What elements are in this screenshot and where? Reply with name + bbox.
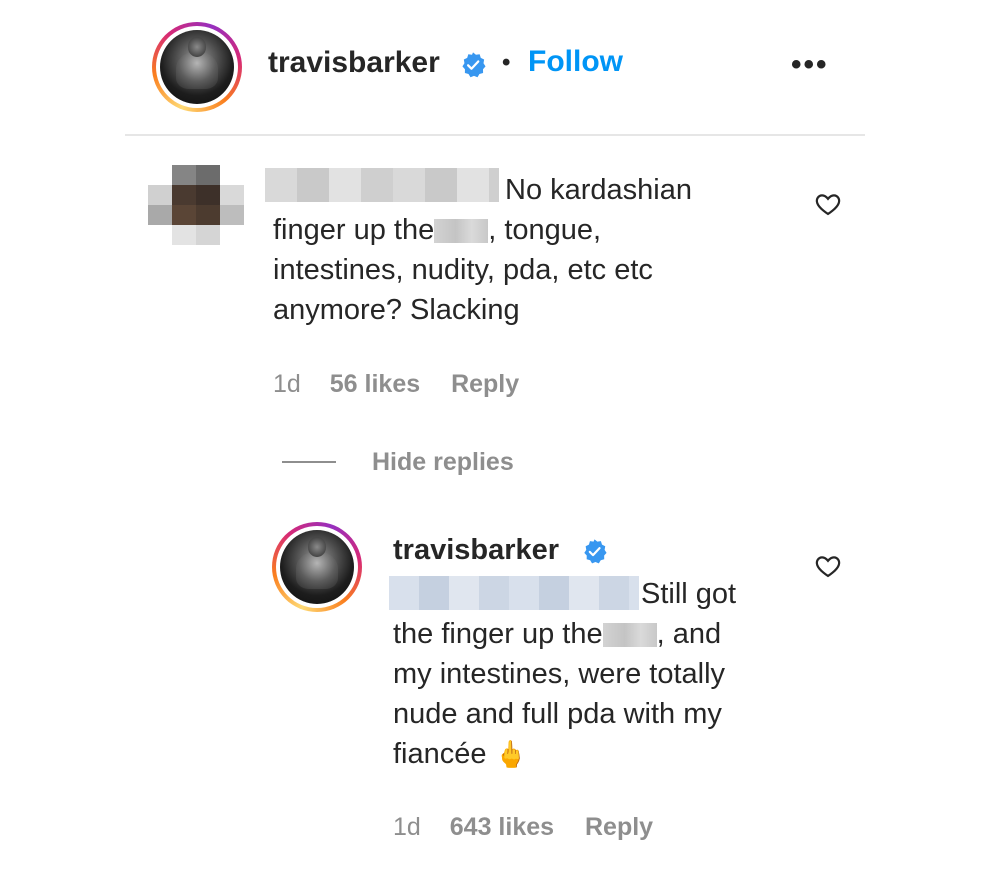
comment-meta: 1d 56 likes Reply [273, 370, 519, 399]
reply-censored-word [602, 623, 657, 647]
comment-line-3: intestines, nudity, pda, etc etc [273, 254, 653, 286]
censored-word [434, 219, 489, 243]
reply-text: Still got the finger up the, and my inte… [393, 574, 793, 774]
reply-time[interactable]: 1d [393, 813, 421, 841]
header-divider [125, 134, 865, 136]
comment-line-4: anymore? Slacking [273, 294, 520, 326]
profile-photo [160, 30, 234, 104]
like-heart-icon[interactable] [814, 190, 842, 218]
profile-avatar[interactable] [152, 22, 242, 112]
reply-author-avatar[interactable] [272, 522, 362, 612]
hide-replies-button[interactable]: Hide replies [372, 448, 514, 477]
hide-replies-line [282, 461, 336, 463]
reply-line-2: the finger up the, and [393, 618, 722, 650]
comment-reply-button[interactable]: Reply [451, 370, 519, 398]
header-separator: • [502, 49, 511, 76]
reply-author-username[interactable]: travisbarker [393, 534, 559, 567]
reply-author-photo [280, 530, 354, 604]
reply-line-3: my intestines, were totally [393, 658, 726, 690]
more-options-icon[interactable]: ••• [791, 48, 829, 82]
middle-finger-emoji: 🖕 [494, 739, 527, 769]
post-author-username[interactable]: travisbarker [268, 46, 440, 80]
comment-text: No kardashian finger up the, tongue, int… [273, 170, 793, 330]
reply-likes[interactable]: 643 likes [450, 813, 554, 841]
reply-like-heart-icon[interactable] [814, 552, 842, 580]
comment-likes[interactable]: 56 likes [330, 370, 420, 398]
commenter-avatar[interactable] [148, 165, 244, 245]
comment-time[interactable]: 1d [273, 370, 301, 398]
reply-line-1: Still got [641, 578, 737, 610]
follow-button[interactable]: Follow [528, 45, 623, 79]
reply-reply-button[interactable]: Reply [585, 813, 653, 841]
reply-meta: 1d 643 likes Reply [393, 813, 653, 842]
reply-line-5: fiancée 🖕 [393, 738, 527, 770]
reply-line-4: nude and full pda with my [393, 698, 722, 730]
reply-verified-badge-icon [584, 539, 607, 564]
comment-line-2: finger up the, tongue, [273, 214, 602, 246]
comment-line-1: No kardashian [505, 174, 692, 206]
verified-badge-icon [462, 52, 486, 78]
